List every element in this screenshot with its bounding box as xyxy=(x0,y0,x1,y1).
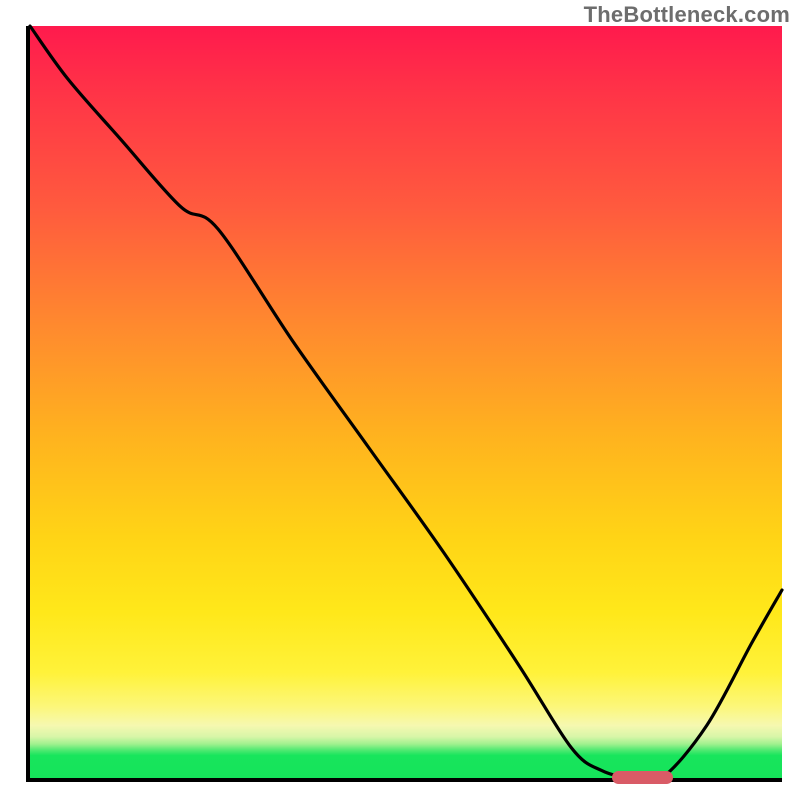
watermark-text: TheBottleneck.com xyxy=(584,2,790,28)
chart-canvas: TheBottleneck.com xyxy=(0,0,800,800)
bottleneck-curve xyxy=(30,26,782,782)
optimal-range-marker xyxy=(612,771,672,784)
plot-area xyxy=(26,26,782,782)
curve-svg xyxy=(30,26,782,778)
